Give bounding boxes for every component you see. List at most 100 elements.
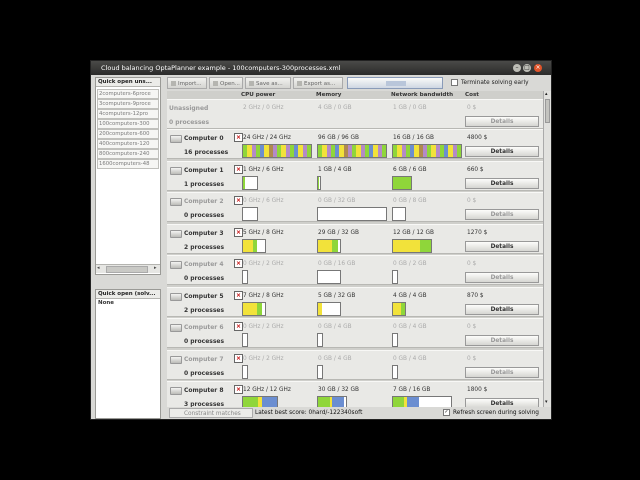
computer-name: Computer 1 — [184, 166, 224, 174]
quick-open-solved-panel: Quick open (solv... None — [95, 289, 161, 419]
process-segment — [401, 302, 405, 315]
horizontal-scrollbar[interactable]: ◂ ▸ — [96, 264, 160, 273]
details-button[interactable]: Details — [465, 303, 539, 315]
column-memory: Memory — [316, 92, 342, 98]
process-count: 2 processes — [184, 243, 225, 251]
cpu-usage-label: 24 GHz / 24 GHz — [243, 135, 291, 141]
scrollbar-thumb[interactable] — [106, 266, 148, 273]
delete-computer-icon[interactable]: × — [234, 196, 243, 205]
unsolved-item[interactable]: 400computers-120 — [97, 139, 159, 149]
details-button[interactable]: Details — [465, 335, 539, 346]
memory-usage-label: 5 GB / 32 GB — [318, 292, 356, 299]
scroll-up-icon[interactable]: ▴ — [545, 91, 548, 97]
terminate-early-checkbox[interactable]: Terminate solving early — [451, 77, 529, 89]
memory-usage-label: 0 GB / 4 GB — [318, 324, 352, 330]
details-button[interactable]: Details — [465, 272, 539, 283]
details-button[interactable]: Details — [465, 177, 539, 189]
delete-computer-icon[interactable]: × — [234, 133, 243, 142]
computer-icon — [170, 261, 182, 269]
save-as-button[interactable]: Save as... — [245, 77, 291, 89]
delete-computer-icon[interactable]: × — [234, 227, 243, 237]
vertical-scrollbar[interactable]: ▴ ▾ — [543, 91, 551, 407]
import-icon — [171, 81, 176, 86]
close-icon[interactable]: × — [534, 64, 542, 72]
cost-label: 1800 $ — [467, 387, 488, 393]
network-capacity-bar — [392, 238, 432, 253]
import-button[interactable]: Import... — [167, 77, 207, 89]
maximize-icon[interactable]: □ — [523, 64, 531, 72]
computer-icon — [170, 135, 182, 143]
cost-label: 0 $ — [467, 105, 477, 111]
computer-icon — [170, 166, 182, 175]
unsolved-item[interactable]: 1600computers-48 — [97, 159, 159, 169]
latest-best-score: Latest best score: 0hard/-122340soft — [255, 410, 363, 416]
process-segment — [318, 176, 319, 189]
delete-computer-icon[interactable]: × — [234, 290, 243, 300]
minimize-icon[interactable]: – — [513, 64, 521, 72]
unsolved-item[interactable]: 800computers-240 — [97, 149, 159, 159]
cpu-capacity-bar — [242, 207, 258, 221]
process-segment — [318, 302, 322, 315]
unsolved-item[interactable]: 100computers-300 — [97, 119, 159, 129]
solving-progress-button[interactable] — [347, 77, 443, 89]
computer-row: × Computer 2 0 processes 0 GHz / 6 GHz 0 GB … — [167, 192, 543, 222]
process-segment — [381, 145, 386, 157]
details-button[interactable]: Details — [465, 240, 539, 252]
export-as-button[interactable]: Export as... — [293, 77, 343, 89]
checkbox-icon[interactable] — [451, 79, 458, 86]
network-usage-label: 4 GB / 4 GB — [393, 292, 427, 299]
delete-computer-icon[interactable]: × — [234, 353, 243, 363]
network-capacity-bar — [392, 333, 398, 347]
network-capacity-bar — [392, 175, 412, 190]
constraint-matches-button[interactable]: Constraint matches — [169, 408, 253, 418]
network-capacity-bar — [392, 364, 398, 379]
delete-computer-icon[interactable]: × — [234, 385, 243, 394]
memory-usage-label: 0 GB / 4 GB — [318, 355, 352, 362]
computer-row: × Computer 1 1 processes 1 GHz / 6 GHz 1 GB … — [167, 160, 543, 191]
details-button[interactable]: Details — [465, 209, 539, 220]
delete-computer-icon[interactable]: × — [234, 164, 243, 174]
open-icon — [213, 81, 218, 86]
unsolved-item[interactable]: 4computers-12pro — [97, 109, 159, 119]
memory-capacity-bar — [317, 364, 323, 379]
details-button[interactable]: Details — [465, 116, 539, 127]
column-cpu: CPU power — [241, 92, 276, 98]
network-capacity-bar — [392, 301, 406, 316]
memory-capacity-bar — [317, 144, 387, 158]
process-segment — [419, 239, 431, 252]
cost-label: 0 $ — [467, 355, 477, 362]
quick-open-solved-header: Quick open (solv... — [96, 290, 160, 299]
column-network: Network bandwidth — [391, 92, 454, 98]
process-count: 0 processes — [184, 369, 225, 377]
app-window: Cloud balancing OptaPlanner example - 10… — [90, 60, 552, 420]
unsolved-item[interactable]: 200computers-600 — [97, 129, 159, 139]
process-segment — [393, 176, 411, 189]
process-segment — [243, 239, 253, 252]
process-count: 1 processes — [184, 180, 225, 188]
checkbox-checked-icon[interactable]: ✓ — [443, 409, 450, 416]
network-usage-label: 0 GB / 4 GB — [393, 324, 427, 330]
process-segment — [393, 397, 405, 407]
scroll-right-icon[interactable]: ▸ — [154, 265, 157, 271]
cpu-usage-label: 5 GHz / 8 GHz — [243, 229, 284, 236]
refresh-screen-checkbox[interactable]: ✓ Refresh screen during solving — [443, 408, 539, 418]
open-button[interactable]: Open... — [209, 77, 243, 89]
unsolved-item[interactable]: 3computers-9proce — [97, 99, 159, 109]
delete-computer-icon[interactable]: × — [234, 259, 243, 268]
process-segment — [306, 145, 311, 157]
details-button[interactable]: Details — [465, 146, 539, 157]
process-segment — [252, 239, 257, 252]
network-capacity-bar — [392, 144, 462, 158]
computer-name: Computer 6 — [184, 324, 224, 331]
scroll-down-icon[interactable]: ▾ — [545, 399, 548, 405]
network-capacity-bar — [392, 270, 398, 284]
scroll-left-icon[interactable]: ◂ — [97, 265, 100, 271]
process-segment — [318, 239, 332, 252]
unsolved-item[interactable]: 2computers-6proce — [97, 89, 159, 99]
computer-name: Computer 4 — [184, 261, 224, 268]
details-button[interactable]: Details — [465, 398, 539, 407]
details-button[interactable]: Details — [465, 366, 539, 378]
vertical-scrollbar-thumb[interactable] — [545, 99, 550, 123]
process-count: 0 processes — [169, 119, 210, 126]
delete-computer-icon[interactable]: × — [234, 322, 243, 331]
